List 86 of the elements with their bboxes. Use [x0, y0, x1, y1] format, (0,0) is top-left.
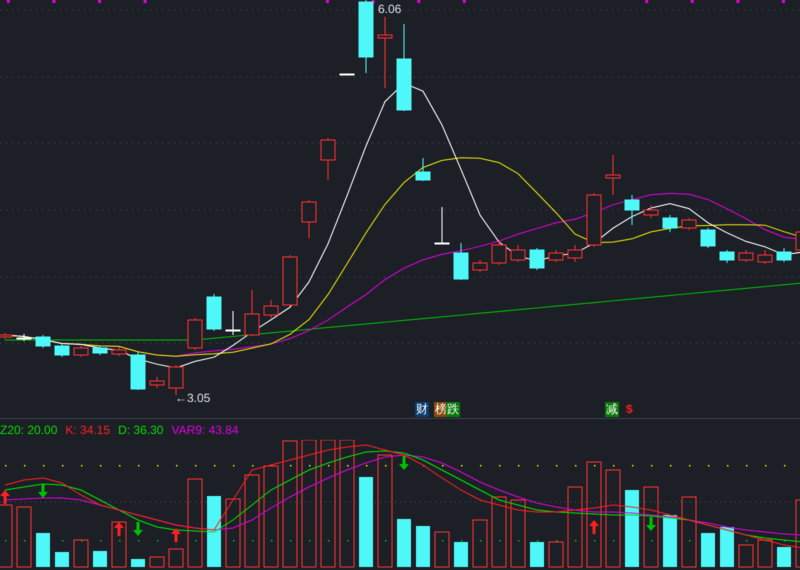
volume-bar: [226, 498, 240, 568]
candlestick: [624, 194, 640, 226]
volume-bar: [796, 500, 800, 568]
candlestick: [416, 158, 430, 182]
candlestick: [340, 74, 354, 76]
candlestick: [264, 300, 278, 318]
up-arrow-icon: [171, 528, 181, 542]
candlestick: [738, 250, 754, 262]
event-marker[interactable]: $: [625, 402, 634, 417]
volume-bar: [758, 540, 772, 568]
candlestick: [454, 242, 468, 280]
candlestick: [776, 248, 792, 262]
indicator-value: K: 34.15: [65, 422, 110, 438]
candlestick: [150, 376, 164, 388]
candlestick: [378, 16, 392, 88]
candlestick: [682, 218, 696, 230]
up-arrow-icon: [114, 522, 124, 536]
volume-bar: [510, 500, 526, 568]
volume-bar: [434, 532, 450, 568]
volume-bar: [74, 540, 88, 568]
candlestick: [206, 294, 222, 332]
candlestick: [112, 346, 126, 356]
volume-bar: [112, 522, 126, 568]
volume-bar: [168, 548, 184, 568]
down-arrow-icon: [38, 484, 48, 498]
candlestick: [758, 250, 772, 264]
candlestick: [644, 204, 658, 218]
candlestick: [302, 200, 316, 238]
volume-bar: [36, 533, 50, 567]
volume-bar: [472, 520, 488, 568]
candlestick: [530, 248, 544, 270]
high-price-label: 6.06: [378, 2, 402, 16]
volume-bar: [131, 559, 145, 567]
volume-bar: [397, 519, 411, 567]
candlestick: [54, 344, 70, 358]
volume-bar: [663, 515, 677, 567]
candlestick: [720, 250, 734, 264]
candlestick: [434, 206, 450, 244]
volume-bar: [0, 504, 12, 568]
candlestick: [472, 260, 488, 272]
candlestick: [74, 346, 88, 358]
volume-bar: [701, 533, 715, 567]
candlestick: [662, 214, 678, 232]
candlestick: [586, 192, 602, 248]
candlestick: [282, 254, 298, 306]
event-marker[interactable]: 财: [415, 402, 429, 417]
up-arrow-icon: [0, 490, 10, 504]
event-marker[interactable]: 跌: [446, 402, 460, 417]
candlestick: [168, 364, 184, 396]
volume-bar: [16, 506, 32, 568]
volume-bar: [738, 544, 754, 568]
candlestick: [188, 318, 202, 350]
candlestick: [226, 310, 240, 336]
candlestick: [320, 138, 336, 180]
volume-bar: [777, 547, 791, 567]
up-arrow-icon: [589, 520, 599, 534]
volume-bar: [530, 542, 544, 567]
volume-bar: [682, 496, 696, 568]
candlestick: [130, 352, 146, 390]
candlestick: [510, 244, 526, 262]
candlestick: [244, 290, 260, 336]
low-price-label: ←3.05: [175, 391, 210, 402]
volume-bar: [454, 542, 468, 567]
volume-bar: [93, 551, 107, 567]
indicator-value: D: 36.30: [118, 422, 164, 438]
indicator-value: VAR9: 43.84: [171, 422, 239, 438]
candlestick: [568, 244, 582, 262]
candlestick: [36, 334, 50, 348]
candlestick: [16, 334, 32, 342]
volume-bar: [720, 527, 734, 567]
candlestick: [492, 240, 506, 266]
candlestick: [606, 154, 620, 196]
down-arrow-icon: [399, 456, 409, 470]
down-arrow-icon: [133, 522, 143, 536]
candlestick: [548, 250, 564, 262]
volume-bar: [207, 496, 221, 567]
indicator-value: Z20: 20.00: [0, 422, 58, 438]
volume-bar: [55, 552, 69, 567]
candlestick: [700, 228, 716, 248]
volume-bar: [150, 556, 164, 568]
volume-bar: [492, 496, 506, 568]
candlestick: [92, 346, 108, 356]
event-marker[interactable]: 减: [605, 402, 619, 417]
volume-bar: [416, 526, 430, 567]
down-arrow-icon: [646, 517, 656, 531]
volume-bar: [548, 542, 564, 568]
